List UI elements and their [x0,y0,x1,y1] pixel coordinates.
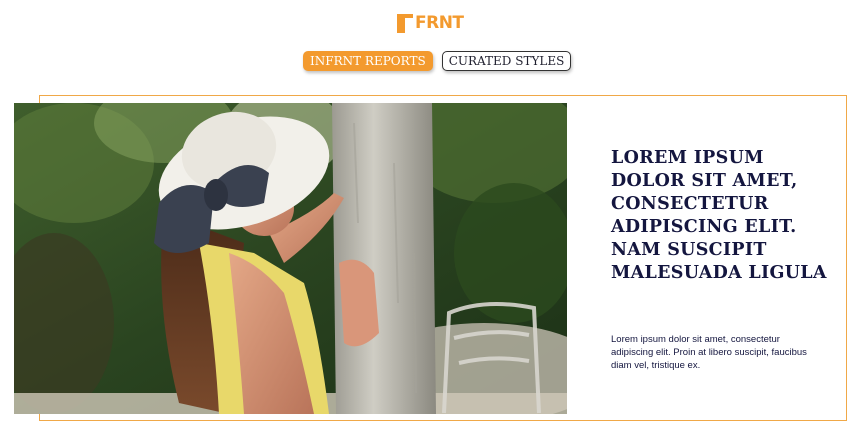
feature-body-text: Lorem ipsum dolor sit amet, consectetur … [611,334,807,371]
page: FRNT INFRNT REPORTS CURATED STYLES LOREM… [0,0,859,430]
logo-wordmark: FRNT [415,13,464,33]
nav-button-curated-styles[interactable]: CURATED STYLES [441,51,572,71]
feature-photo [14,103,567,414]
section-nav: INFRNT REPORTS CURATED STYLES [303,51,572,71]
logo-mark-icon [396,11,414,35]
nav-button-infrnt-reports[interactable]: INFRNT REPORTS [303,51,433,71]
brand-logo[interactable]: FRNT [396,10,468,36]
feature-headline: LOREM IPSUM DOLOR SIT AMET, CONSECTETUR … [611,148,827,283]
